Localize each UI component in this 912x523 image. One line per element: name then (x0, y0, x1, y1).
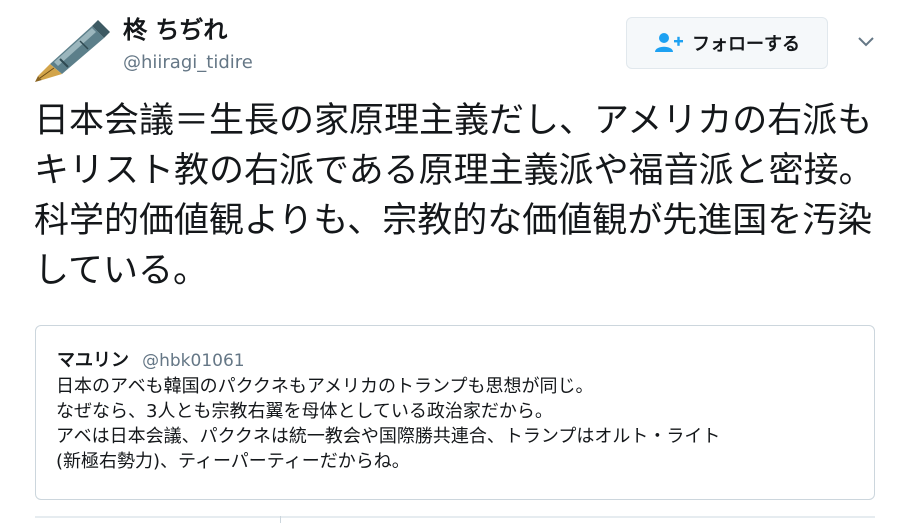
quoted-tweet-line: アベは日本会議、パククネは統一教会や国際勝共連合、トランプはオルト・ライト (56, 426, 721, 447)
author-display-name[interactable]: 柊 ちぢれ (123, 15, 227, 45)
divider (35, 516, 875, 518)
follow-button[interactable]: フォローする (626, 17, 828, 69)
quoted-tweet-line: なぜなら、3人とも宗教右翼を母体としている政治家だから。 (56, 401, 553, 422)
add-user-icon (655, 33, 683, 52)
follow-button-label: フォローする (692, 34, 800, 55)
tweet-text: 日本会議＝生長の家原理主義だし、アメリカの右派もキリスト教の右派である原理主義派… (34, 101, 874, 291)
quoted-tweet-line: 日本のアベも韓国のパククネもアメリカのトランプも思想が同じ。 (56, 376, 594, 397)
quoted-tweet-display-name: マユリン (57, 350, 129, 371)
quoted-tweet-card[interactable]: マユリン @hbk01061 日本のアベも韓国のパククネもアメリカのトランプも思… (35, 325, 875, 500)
quoted-tweet-username: @hbk01061 (142, 351, 245, 371)
quoted-tweet-text: 日本のアベも韓国のパククネもアメリカのトランプも思想が同じ。 なぜなら、3人とも… (56, 374, 871, 474)
author-username[interactable]: @hiiragi_tidire (123, 52, 253, 74)
fountain-pen-avatar-icon (35, 20, 110, 82)
quoted-tweet-line: (新極右勢力)、ティーパーティーだからね。 (56, 451, 410, 472)
chevron-down-icon[interactable] (856, 34, 876, 48)
quoted-tweet-header: マユリン @hbk01061 (57, 346, 245, 371)
avatar[interactable] (30, 16, 112, 82)
divider-mark (280, 516, 281, 523)
